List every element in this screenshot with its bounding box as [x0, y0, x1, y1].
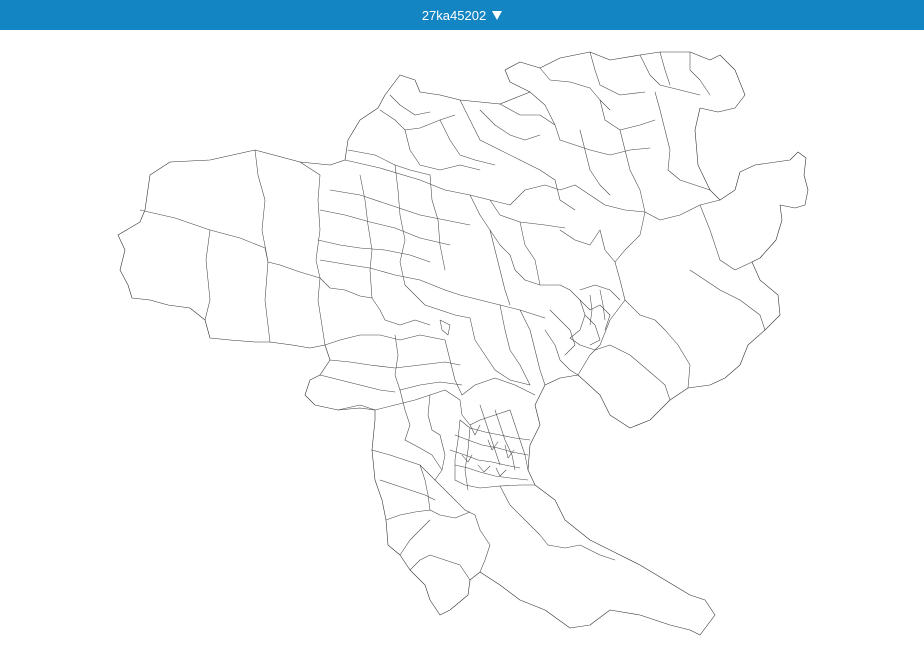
district-map-svg[interactable]	[0, 30, 924, 660]
district-map[interactable]	[0, 30, 924, 660]
top-bar: 27ka45202	[0, 0, 924, 30]
area-selector-label: 27ka45202	[421, 7, 487, 23]
triangle-down-icon	[492, 11, 503, 20]
area-selector-dropdown[interactable]: 27ka45202	[418, 8, 506, 23]
map-outline	[117, 51, 809, 636]
